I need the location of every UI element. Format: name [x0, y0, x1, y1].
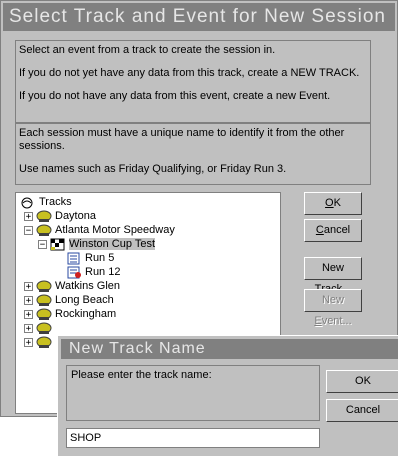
instructions-panel: Select an event from a track to create t… [15, 40, 371, 123]
tree-item-daytona[interactable]: + Daytona [24, 209, 96, 223]
instruction-text-1: Select an event from a track to create t… [19, 44, 276, 56]
track-icon [36, 280, 52, 293]
tree-label: Atlanta Motor Speedway [55, 224, 175, 237]
dialog-title[interactable]: Select Track and Event for New Session [3, 3, 395, 31]
expand-icon[interactable]: + [24, 323, 33, 333]
track-icon [36, 336, 52, 349]
instruction-text-3: If you do not have any data from this ev… [19, 90, 331, 102]
tree-label: Run 5 [85, 252, 115, 265]
event-flag-icon [50, 238, 66, 251]
session-error-icon [66, 266, 82, 279]
tree-item-atlanta[interactable]: − Atlanta Motor Speedway [24, 223, 175, 237]
tree-root-tracks[interactable]: Tracks [20, 195, 72, 209]
naming-text-2: Use names such as Friday Qualifying, or … [19, 163, 287, 175]
track-icon [36, 210, 52, 223]
new-track-cancel-button[interactable]: Cancel [326, 399, 398, 422]
instruction-text-2: If you do not yet have any data from thi… [19, 67, 360, 79]
session-icon [66, 252, 82, 265]
new-track-ok-button[interactable]: OK [326, 370, 398, 393]
ok-button[interactable]: OK [304, 192, 362, 215]
new-track-button[interactable]: New Track... [304, 257, 362, 295]
new-track-name-dialog: New Track Name Please enter the track na… [57, 335, 398, 456]
naming-text-1: Each session must have a unique name to … [19, 127, 345, 152]
tree-item-watkins-glen[interactable]: + Watkins Glen [24, 279, 120, 293]
new-event-button[interactable]: New Event... [304, 289, 362, 327]
expand-icon[interactable]: + [24, 295, 33, 305]
tree-item-run12[interactable]: Run 12 [66, 265, 120, 279]
new-track-dialog-title[interactable]: New Track Name [61, 339, 398, 359]
tree-item-rockingham[interactable]: + Rockingham [24, 307, 116, 321]
tracks-root-icon [20, 196, 36, 209]
tree-label: Watkins Glen [55, 280, 121, 293]
track-name-prompt: Please enter the track name: [66, 365, 320, 421]
cancel-button[interactable]: Cancel [304, 219, 362, 242]
track-icon [36, 294, 52, 307]
tree-label: Tracks [39, 196, 72, 209]
naming-panel: Each session must have a unique name to … [15, 123, 371, 185]
tree-label: Winston Cup Test [69, 238, 156, 251]
track-icon [36, 308, 52, 321]
expand-icon[interactable]: + [24, 211, 33, 221]
tree-item-partial[interactable]: + [24, 335, 55, 349]
tree-label: Long Beach [55, 294, 114, 307]
expand-icon[interactable]: + [24, 309, 33, 319]
collapse-icon[interactable]: − [38, 239, 47, 249]
tree-label: Run 12 [85, 266, 121, 279]
tree-item-winston-cup-test[interactable]: − Winston Cup Test [38, 237, 156, 251]
tree-item-partial[interactable]: + [24, 321, 55, 335]
tree-label: Daytona [55, 210, 96, 223]
track-icon [36, 224, 52, 237]
tree-label: Rockingham [55, 308, 117, 321]
expand-icon[interactable]: + [24, 337, 33, 347]
expand-icon[interactable]: + [24, 281, 33, 291]
track-name-input[interactable] [66, 428, 320, 448]
collapse-icon[interactable]: − [24, 225, 33, 235]
track-icon [36, 322, 52, 335]
tree-item-long-beach[interactable]: + Long Beach [24, 293, 114, 307]
tree-item-run5[interactable]: Run 5 [66, 251, 114, 265]
